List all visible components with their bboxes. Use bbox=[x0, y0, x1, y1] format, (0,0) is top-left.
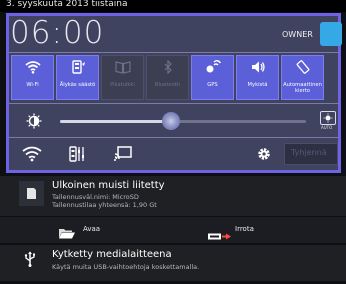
gps-icon bbox=[192, 60, 233, 78]
brightness-slider-thumb[interactable] bbox=[161, 112, 180, 130]
toggle-wifi[interactable]: Wi-Fi bbox=[11, 55, 54, 100]
divider bbox=[9, 103, 339, 104]
auto-brightness-label: AUTO bbox=[321, 125, 333, 130]
folder-icon[interactable] bbox=[58, 224, 76, 243]
mute-icon bbox=[237, 60, 278, 78]
toggle-bluetooth-label: Bluetooth bbox=[154, 82, 181, 88]
clear-button-label: Tyhjennä bbox=[291, 148, 327, 157]
toggle-wifi-label: Wi-Fi bbox=[26, 82, 39, 88]
toggle-pikatulkki-label: Pikatulkki bbox=[110, 82, 135, 88]
eject-icon[interactable] bbox=[208, 226, 232, 245]
toggle-auto-rotate[interactable]: Automaattinen kierto bbox=[281, 55, 324, 100]
owner-label: OWNER bbox=[282, 30, 313, 39]
toggle-bluetooth[interactable]: Bluetooth bbox=[146, 55, 189, 100]
toggle-auto-rotate-label: Automaattinen kierto bbox=[283, 82, 322, 94]
clock-time: 06:00 bbox=[10, 15, 105, 51]
usb-icon bbox=[24, 251, 36, 271]
divider bbox=[9, 137, 339, 138]
brightness-slider-fill bbox=[60, 120, 171, 123]
settings-gear-icon[interactable] bbox=[256, 146, 272, 166]
bluetooth-icon bbox=[147, 59, 188, 78]
wifi-icon bbox=[12, 60, 53, 78]
toggle-gps-label: GPS bbox=[207, 82, 218, 88]
wifi-settings-icon[interactable] bbox=[22, 146, 42, 166]
unmount-action-button[interactable]: Irrota bbox=[235, 225, 254, 233]
toggle-smart-saving[interactable]: Älykäs säästö bbox=[56, 55, 99, 100]
toggle-gps[interactable]: GPS bbox=[191, 55, 234, 100]
sd-card-icon bbox=[19, 181, 44, 206]
notification-title: Kytketty medialaitteena bbox=[52, 249, 172, 260]
brightness-icon bbox=[26, 113, 42, 133]
toggle-mute-label: Mykistä bbox=[247, 82, 268, 88]
open-action-button[interactable]: Avaa bbox=[83, 225, 100, 233]
notification-title: Ulkoinen muisti liitetty bbox=[52, 180, 165, 191]
date-label: 3. syyskuuta 2013 tiistaina bbox=[6, 0, 128, 9]
toggle-pikatulkki[interactable]: Pikatulkki bbox=[101, 55, 144, 100]
toggle-mute[interactable]: Mykistä bbox=[236, 55, 279, 100]
notification-line: Tallennustilaa yhteensä: 1,90 Gt bbox=[52, 201, 157, 209]
rotate-icon bbox=[282, 60, 323, 78]
notification-actions bbox=[0, 217, 346, 243]
divider bbox=[9, 52, 339, 53]
smart-saving-icon bbox=[57, 60, 98, 78]
notification-line: Tallennusväl.nimi: MicroSD bbox=[52, 193, 139, 201]
auto-brightness-button[interactable] bbox=[320, 111, 336, 125]
notification-line: Käytä muita USB-vaihtoehtoja koskettamal… bbox=[52, 263, 200, 271]
equalizer-icon[interactable] bbox=[68, 146, 86, 166]
toggle-smart-saving-label: Älykäs säästö bbox=[59, 82, 96, 88]
screen-cast-icon[interactable] bbox=[113, 146, 133, 166]
avatar[interactable] bbox=[320, 22, 342, 46]
book-icon bbox=[102, 60, 143, 78]
